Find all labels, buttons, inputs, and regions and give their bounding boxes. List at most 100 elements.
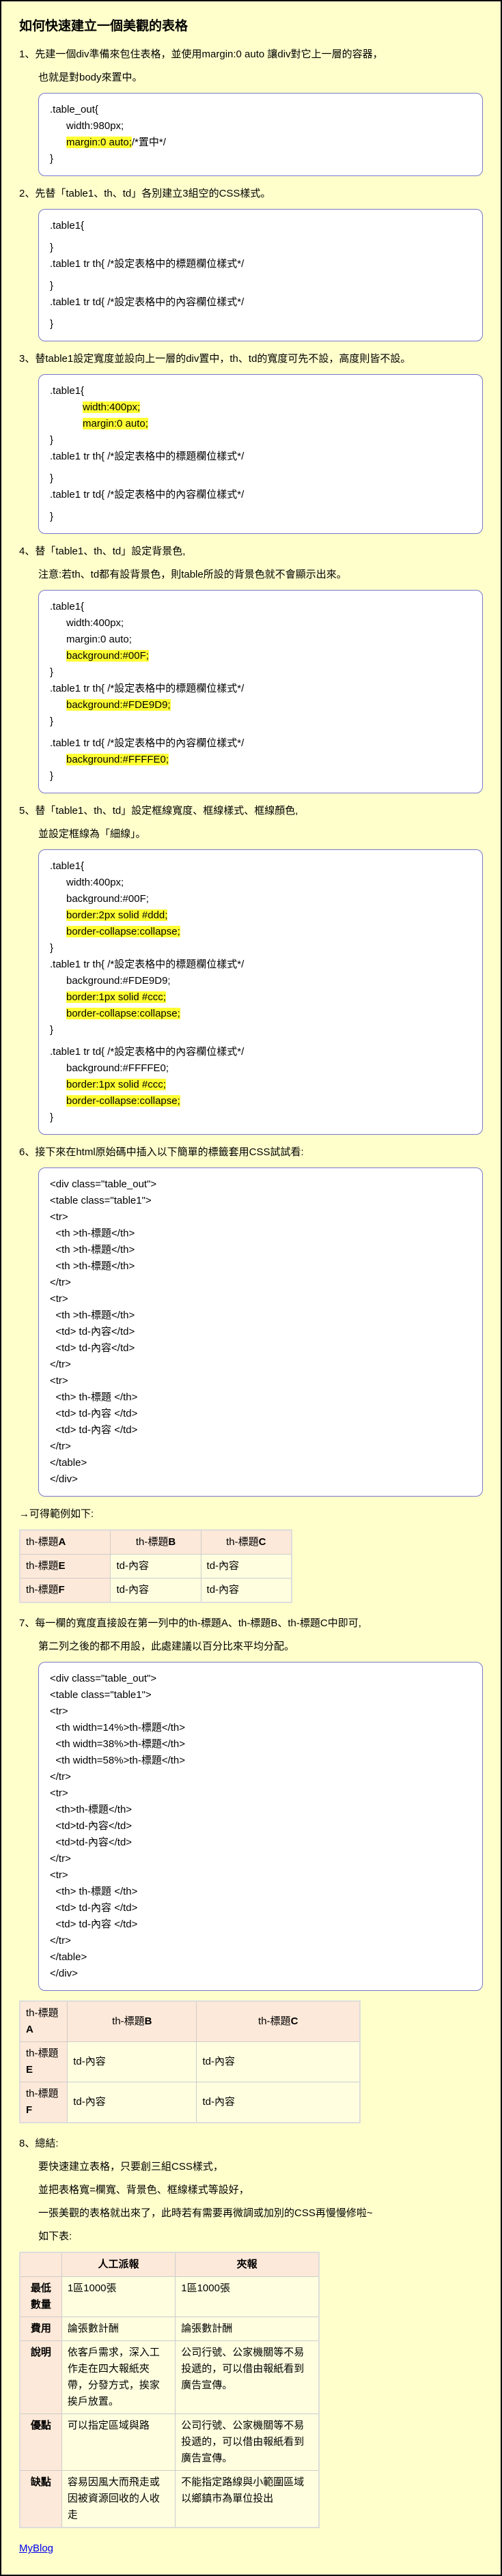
code-line: } [50, 664, 471, 681]
code-block-2: .table1{}.table1 tr th{ /*設定表格中的標題欄位樣式*/… [38, 209, 483, 341]
code-block-3: .table1{width:400px;margin:0 auto;}.tabl… [38, 374, 483, 534]
table-header-a: th-標題A [20, 2001, 68, 2042]
step-8-sub-4: 如下表: [38, 2228, 483, 2245]
code-line: border-collapse:collapse; [50, 924, 471, 940]
code-line: <table class="table1"> [50, 1193, 471, 1209]
code-line: </div> [50, 1471, 471, 1488]
code-line: width:400px; [50, 875, 471, 891]
code-line: background:#00F; [50, 648, 471, 664]
row-header: th-標題F [20, 2082, 68, 2123]
step-1: 1、先建一個div準備來包住表格，並使用margin:0 auto 讓div對它… [19, 46, 483, 63]
code-line: <th width=58%>th-標題</th> [50, 1753, 471, 1769]
code-line: </tr> [50, 1769, 471, 1785]
table-row: th-標題A th-標題B th-標題C [20, 1530, 292, 1555]
code-line: border:1px solid #ccc; [50, 989, 471, 1006]
code-line: .table1 tr th{ /*設定表格中的標題欄位樣式*/ [50, 957, 471, 973]
step-3: 3、替table1設定寬度並設向上一層的div置中，th、td的寬度可先不設，高… [19, 351, 483, 367]
code-line: <td> td-內容</td> [50, 1340, 471, 1357]
code-line: <tr> [50, 1373, 471, 1389]
table-row: 說明 依客戶需求，深入工作走在四大報紙夾帶，分發方式，挨家挨戶放置。 公司行號、… [20, 2341, 319, 2414]
code-line: <div class="table_out"> [50, 1671, 471, 1687]
code-line: } [50, 713, 471, 730]
code-line: </table> [50, 1455, 471, 1471]
code-line: </tr> [50, 1439, 471, 1455]
row-header: 優點 [20, 2414, 61, 2471]
table-cell: td-內容 [201, 1555, 292, 1579]
table-header-manual: 人工派報 [61, 2252, 175, 2277]
code-block-6: <div class="table_out"><table class="tab… [38, 1167, 483, 1497]
code-line: background:#FDE9D9; [50, 973, 471, 989]
step-6: 6、接下來在html原始碼中插入以下簡單的標籤套用CSS試試看: [19, 1144, 483, 1161]
row-header: 缺點 [20, 2471, 61, 2528]
table-row: th-標題E td-內容 td-內容 [20, 1555, 292, 1579]
table-cell: td-內容 [197, 2082, 360, 2123]
myblog-link[interactable]: MyBlog [19, 2543, 53, 2554]
code-line: <th >th-標題</th> [50, 1242, 471, 1258]
row-header: th-標題F [20, 1579, 111, 1603]
code-line: } [50, 278, 471, 294]
table-cell: td-內容 [197, 2042, 360, 2082]
code-line: .table1 tr th{ /*設定表格中的標題欄位樣式*/ [50, 449, 471, 465]
table-cell: 可以指定區域與路 [61, 2414, 175, 2471]
code-line: } [50, 768, 471, 784]
code-line: border:1px solid #ccc; [50, 1077, 471, 1093]
step-2: 2、先替「table1、th、td」各別建立3組空的CSS樣式。 [19, 186, 483, 202]
code-line: <th >th-標題</th> [50, 1307, 471, 1324]
step-8-sub-1: 要快速建立表格，只要創三組CSS樣式， [38, 2159, 483, 2175]
table-header-b: th-標題B [68, 2001, 197, 2042]
code-line: .table1 tr td{ /*設定表格中的內容欄位樣式*/ [50, 294, 471, 311]
code-line: } [50, 509, 471, 525]
table-header-insert: 夾報 [176, 2252, 319, 2277]
table-cell: 容易因風大而飛走或因被資源回收的人收走 [61, 2471, 175, 2528]
code-line: <td> td-內容 </td> [50, 1916, 471, 1933]
table-cell: td-內容 [68, 2042, 197, 2082]
code-line: background:#FFFFE0; [50, 752, 471, 768]
code-line: .table1 tr th{ /*設定表格中的標題欄位樣式*/ [50, 681, 471, 697]
code-line: <td>td-內容</td> [50, 1818, 471, 1835]
code-line: width:980px; [50, 118, 471, 135]
code-line: </table> [50, 1949, 471, 1966]
code-line: </tr> [50, 1275, 471, 1291]
row-header: 說明 [20, 2341, 61, 2414]
code-line: } [50, 470, 471, 487]
code-block-4: .table1{width:400px;margin:0 auto;backgr… [38, 590, 483, 793]
code-line: <tr> [50, 1209, 471, 1226]
table-row: 最低數量 1區1000張 1區1000張 [20, 2277, 319, 2317]
code-line: .table1{ [50, 858, 471, 875]
code-line: width:400px; [50, 399, 471, 416]
code-line: margin:0 auto; [50, 632, 471, 648]
code-line: margin:0 auto;/*置中*/ [50, 135, 471, 151]
code-line: </tr> [50, 1851, 471, 1867]
table-row: th-標題F td-內容 td-內容 [20, 2082, 360, 2123]
step-8-sub-2: 並把表格寬=欄寬、背景色、框線樣式等設好， [38, 2182, 483, 2198]
code-line: border-collapse:collapse; [50, 1006, 471, 1022]
document-page: 如何快速建立一個美觀的表格 1、先建一個div準備來包住表格，並使用margin… [0, 0, 502, 2576]
code-line: <td>td-內容</td> [50, 1835, 471, 1851]
code-block-5: .table1{width:400px;background:#00F;bord… [38, 849, 483, 1135]
table-row: 人工派報 夾報 [20, 2252, 319, 2277]
page-title: 如何快速建立一個美觀的表格 [19, 16, 483, 37]
code-line: background:#FFFFE0; [50, 1060, 471, 1077]
code-line: } [50, 1109, 471, 1126]
code-line: <td> td-內容 </td> [50, 1900, 471, 1916]
code-line: } [50, 1022, 471, 1038]
code-block-7: <div class="table_out"><table class="tab… [38, 1662, 483, 1991]
row-header: 費用 [20, 2317, 61, 2341]
table-header-c: th-標題C [197, 2001, 360, 2042]
step-5-sub: 並設定框線為「細線」。 [38, 826, 483, 843]
table-cell: 公司行號、公家機關等不易投遞的，可以借由報紙看到廣告宣傳。 [176, 2341, 319, 2414]
table-row: 優點 可以指定區域與路 公司行號、公家機關等不易投遞的，可以借由報紙看到廣告宣傳… [20, 2414, 319, 2471]
row-header: 最低數量 [20, 2277, 61, 2317]
table-row: th-標題F td-內容 td-內容 [20, 1579, 292, 1603]
code-line: <th >th-標題</th> [50, 1258, 471, 1275]
code-line: } [50, 316, 471, 332]
table-cell: td-內容 [201, 1579, 292, 1603]
table-cell: 不能指定路線與小範圍區域 以鄉鎮市為單位投出 [176, 2471, 319, 2528]
example-1-caption: →可得範例如下: [19, 1506, 483, 1523]
code-line: <tr> [50, 1703, 471, 1720]
table-header-c: th-標題C [201, 1530, 292, 1555]
code-line: <th> th-標題 </th> [50, 1884, 471, 1900]
code-line: } [50, 240, 471, 256]
code-line: margin:0 auto; [50, 416, 471, 432]
code-line: .table1 tr th{ /*設定表格中的標題欄位樣式*/ [50, 256, 471, 272]
